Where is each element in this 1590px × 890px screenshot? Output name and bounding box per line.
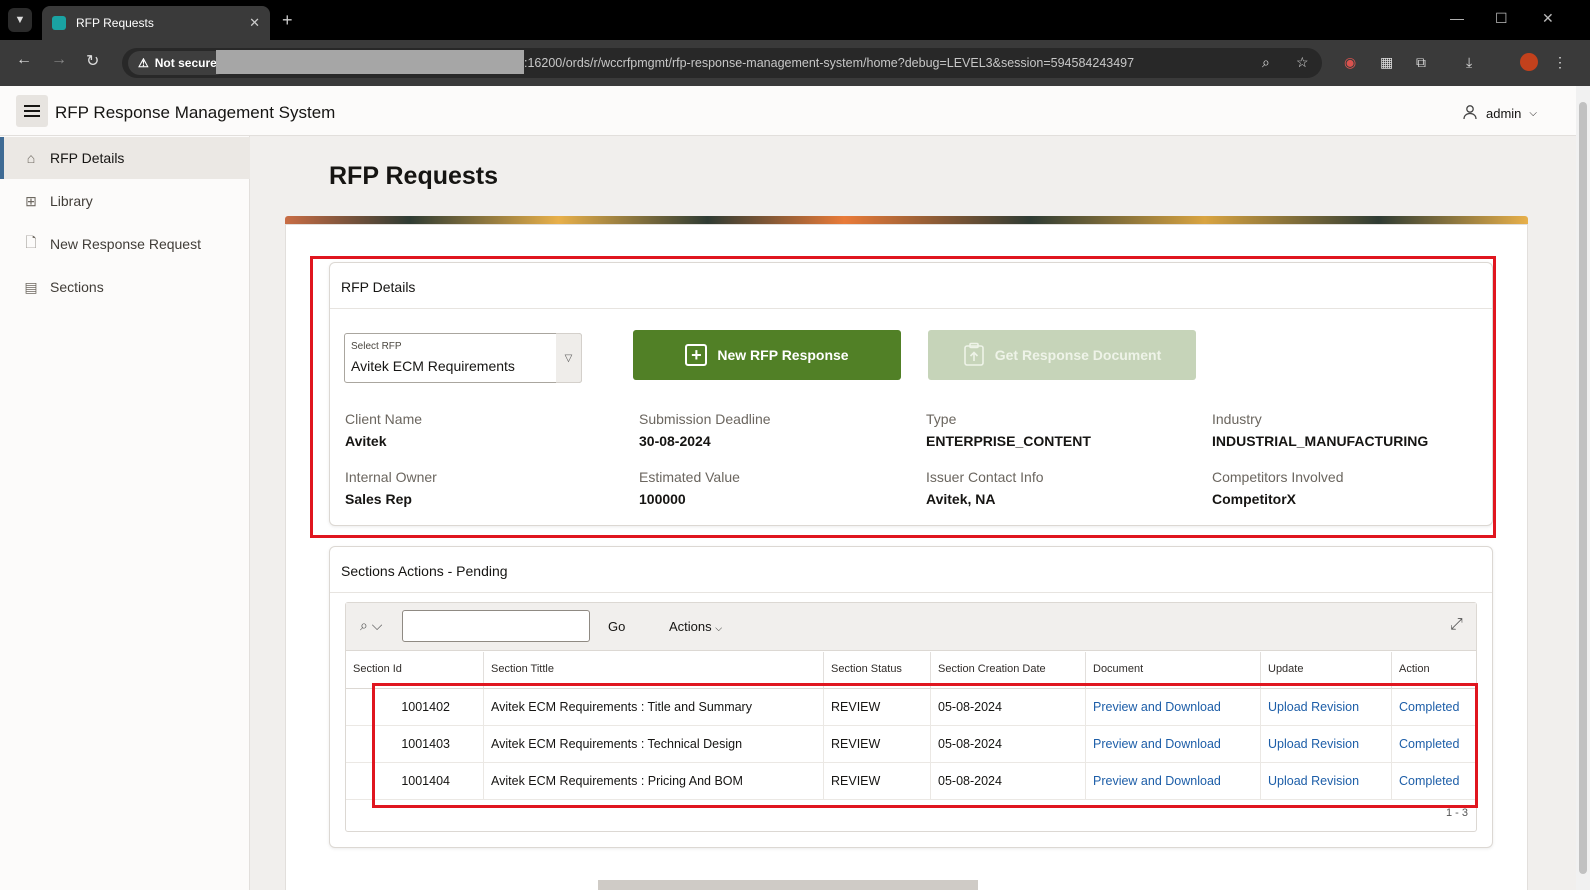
qr-code-icon[interactable]: ▦ [1380,54,1393,71]
profile-avatar[interactable] [1520,53,1538,71]
home-icon: ⌂ [26,150,36,166]
page-scrollbar[interactable] [1576,86,1590,890]
expand-icon[interactable]: ⤢ [1450,616,1463,634]
app-title[interactable]: RFP Response Management System [55,103,335,123]
user-menu[interactable]: admin ⌵ [1462,104,1537,123]
user-name: admin [1486,106,1522,121]
issuer-contact-value: Avitek, NA [926,491,996,507]
sidebar-item-label: RFP Details [50,150,125,166]
client-name-label: Client Name [345,411,423,427]
minimize-icon[interactable]: — [1450,10,1464,26]
sidebar-item-sections[interactable]: ▤ Sections [0,266,250,308]
sidebar-item-label: New Response Request [50,236,201,252]
issuer-contact-label: Issuer Contact Info [926,469,1044,485]
extensions-puzzle-icon[interactable]: ⧉ [1416,54,1426,71]
internal-owner-label: Internal Owner [345,469,437,485]
deadline-label: Submission Deadline [639,411,771,427]
new-rfp-response-label: New RFP Response [717,347,849,363]
internal-owner-value: Sales Rep [345,491,412,507]
record-icon[interactable]: ◉ [1344,54,1356,71]
maximize-icon[interactable]: ☐ [1495,10,1508,27]
go-button[interactable]: Go [608,619,625,634]
deadline-value: 30-08-2024 [639,433,711,449]
sidebar-item-new-response-request[interactable]: 🗋 New Response Request [0,223,250,265]
select-rfp-value: Avitek ECM Requirements [351,358,515,374]
favicon-icon [52,16,66,30]
search-icon[interactable]: ⌕ ⌵ [360,617,382,634]
chevron-down-icon: ⌵ [715,623,723,633]
chevron-down-icon: ⌵ [1529,108,1538,119]
competitors-label: Competitors Involved [1212,469,1344,485]
industry-value: INDUSTRIAL_MANUFACTURING [1212,433,1429,449]
sidebar-item-label: Sections [50,279,104,295]
not-secure-label: Not secure [154,56,217,70]
chevron-down-icon[interactable]: ▽ [556,333,582,383]
hamburger-menu-icon[interactable] [16,95,48,127]
estimated-value-value: 100000 [639,491,686,507]
search-input[interactable] [402,610,590,642]
not-secure-badge[interactable]: ⚠ Not secure [128,51,227,75]
warning-triangle-icon: ⚠ [138,56,149,70]
pagination-info: 1 - 3 [1446,807,1469,819]
plus-icon: + [685,344,708,366]
clipboard-upload-icon [963,342,985,369]
kebab-menu-icon[interactable]: ⋮ [1553,54,1567,71]
new-rfp-response-button[interactable]: + New RFP Response [633,330,901,380]
file-plus-icon: 🗋 [25,234,37,250]
zoom-icon[interactable]: ⌕ [1262,54,1270,71]
url-text[interactable]: :16200/ords/r/wccrfpmgmt/rfp-response-ma… [524,56,1134,70]
type-value: ENTERPRISE_CONTENT [926,433,1091,449]
download-icon[interactable]: ⤓ [1466,54,1472,71]
sidebar-item-label: Library [50,193,93,209]
actions-label: Actions [669,619,712,634]
reload-icon[interactable]: ↻ [86,51,99,71]
tab-list-chevron-icon[interactable]: ▼ [8,8,32,32]
back-arrow-icon[interactable]: ← [16,51,32,69]
type-label: Type [926,411,957,427]
grid-icon: ▤ [24,278,38,295]
client-name-value: Avitek [345,433,387,449]
tab-title: RFP Requests [76,16,154,30]
competitors-value: CompetitorX [1212,491,1296,507]
select-rfp-label: Select RFP [351,341,402,352]
decorative-banner [285,216,1528,224]
forward-arrow-icon[interactable]: → [51,51,67,69]
sidebar-item-rfp-details[interactable]: ⌂ RFP Details [0,137,250,179]
new-tab-icon[interactable]: + [282,10,293,31]
industry-label: Industry [1212,411,1262,427]
redacted-host [216,50,524,74]
bottom-toolbar [598,880,978,890]
page-title: RFP Requests [329,162,499,190]
highlight-box [372,683,1478,808]
actions-menu-button[interactable]: Actions ⌵ [669,619,722,634]
user-icon [1462,104,1478,123]
sidebar-item-library[interactable]: ⊞ Library [0,180,250,222]
bookmark-star-icon[interactable]: ☆ [1296,54,1309,71]
close-tab-icon[interactable]: ✕ [249,15,260,31]
region-title: Sections Actions - Pending [330,547,1492,593]
estimated-value-label: Estimated Value [639,469,740,485]
close-window-icon[interactable]: ✕ [1542,10,1554,27]
table-icon: ⊞ [25,192,37,209]
get-response-document-label: Get Response Document [994,347,1162,363]
get-response-document-button[interactable]: Get Response Document [928,330,1196,380]
browser-tab[interactable]: RFP Requests ✕ [42,6,270,40]
highlight-box [310,256,1496,538]
